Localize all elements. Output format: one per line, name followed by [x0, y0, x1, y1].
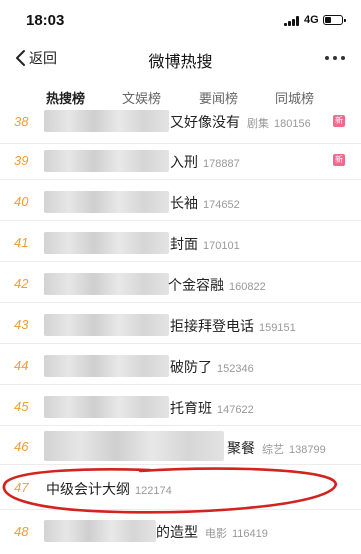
item-title: 封面	[170, 236, 198, 252]
item-title-wrap: 个金容融 160822	[168, 275, 266, 295]
nav-bar: 返回 微博热搜	[0, 38, 361, 78]
page-title: 微博热搜	[148, 54, 213, 71]
blurred-text	[44, 150, 169, 172]
item-title: 聚餐	[227, 440, 255, 456]
more-icon[interactable]	[325, 56, 345, 60]
item-title: 个金容融	[168, 277, 224, 293]
item-title-wrap: 聚餐 综艺 138799	[227, 438, 326, 458]
rank-number: 46	[14, 439, 29, 454]
rank-number: 45	[14, 399, 29, 414]
blurred-text	[44, 431, 224, 461]
blurred-text	[44, 232, 169, 254]
item-heat: 138799	[289, 444, 326, 456]
item-title-wrap: 托育班 147622	[170, 398, 254, 418]
list-item[interactable]: 47 中级会计大纲 122174	[0, 466, 361, 510]
item-title: 拒接拜登电话	[170, 318, 254, 334]
item-title: 中级会计大纲	[46, 481, 130, 497]
new-badge: 新	[333, 154, 345, 166]
list-item[interactable]: 48 的造型 电影 116419	[0, 511, 361, 554]
item-title: 破防了	[170, 359, 212, 375]
item-category: 综艺	[262, 444, 284, 456]
item-heat: 178887	[203, 158, 240, 170]
blurred-text	[44, 110, 169, 132]
rank-number: 48	[14, 524, 29, 539]
list-item[interactable]: 41 封面 170101	[0, 222, 361, 262]
rank-number: 44	[14, 358, 29, 373]
item-title-wrap: 拒接拜登电话 159151	[170, 316, 296, 336]
item-title-wrap: 的造型 电影 116419	[156, 522, 268, 542]
item-heat: 147622	[217, 404, 254, 416]
item-title-wrap: 又好像没有 剧集 180156	[170, 112, 311, 132]
item-title: 的造型	[156, 524, 198, 540]
network-type: 4G	[304, 14, 319, 26]
rank-number: 38	[14, 114, 29, 129]
blurred-text	[44, 396, 169, 418]
item-title: 入刑	[170, 154, 198, 170]
rank-number: 42	[14, 276, 29, 291]
item-title: 又好像没有	[170, 114, 240, 130]
item-category: 剧集	[247, 118, 269, 130]
blurred-text	[44, 520, 156, 542]
item-heat: 152346	[217, 363, 254, 375]
item-heat: 170101	[203, 240, 240, 252]
list-item[interactable]: 39 入刑 178887 新	[0, 140, 361, 180]
item-title-wrap: 封面 170101	[170, 234, 240, 254]
rank-number: 39	[14, 153, 29, 168]
item-title-wrap: 破防了 152346	[170, 357, 254, 377]
list-item[interactable]: 44 破防了 152346	[0, 345, 361, 385]
list-item[interactable]: 38 又好像没有 剧集 180156 新	[0, 104, 361, 144]
rank-number: 47	[14, 480, 29, 495]
item-heat: 180156	[274, 118, 311, 130]
list-item[interactable]: 45 托育班 147622	[0, 386, 361, 426]
new-badge: 新	[333, 115, 345, 127]
item-title: 长袖	[170, 195, 198, 211]
status-bar: 18:03 4G	[0, 0, 361, 38]
item-heat: 122174	[135, 485, 172, 497]
item-heat: 174652	[203, 199, 240, 211]
rank-number: 43	[14, 317, 29, 332]
blurred-text	[44, 273, 169, 295]
item-heat: 159151	[259, 322, 296, 334]
item-title: 托育班	[170, 400, 212, 416]
blurred-text	[44, 314, 169, 336]
item-category: 电影	[205, 528, 227, 540]
item-heat: 116419	[232, 528, 268, 540]
list-item[interactable]: 46 聚餐 综艺 138799	[0, 427, 361, 465]
item-heat: 160822	[229, 281, 266, 293]
item-title-wrap: 中级会计大纲 122174	[46, 479, 172, 499]
item-title-wrap: 入刑 178887	[170, 152, 240, 172]
status-time: 18:03	[26, 12, 65, 29]
item-title-wrap: 长袖 174652	[170, 193, 240, 213]
list-item[interactable]: 43 拒接拜登电话 159151	[0, 304, 361, 344]
list-item[interactable]: 40 长袖 174652	[0, 181, 361, 221]
list-item[interactable]: 42 个金容融 160822	[0, 263, 361, 303]
rank-number: 41	[14, 235, 29, 250]
blurred-text	[44, 191, 169, 213]
battery-icon	[323, 15, 346, 25]
rank-number: 40	[14, 194, 29, 209]
signal-icon	[284, 16, 300, 26]
blurred-text	[44, 355, 169, 377]
